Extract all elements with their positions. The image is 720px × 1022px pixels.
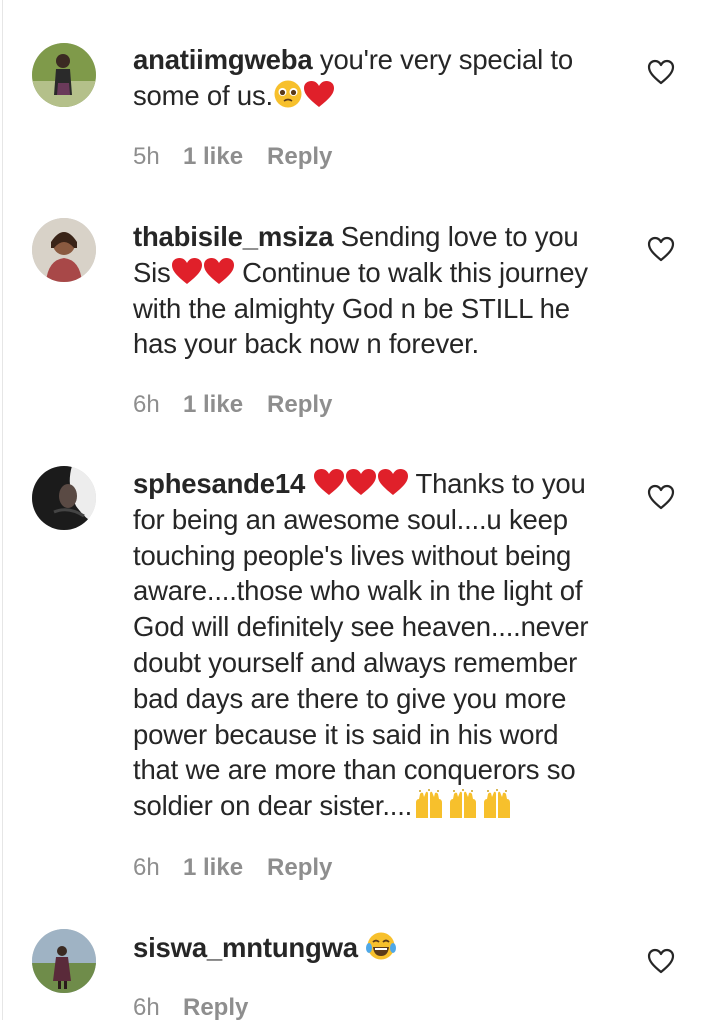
red-heart-emoji — [303, 80, 335, 108]
avatar[interactable] — [32, 218, 96, 282]
timestamp: 5h — [133, 143, 160, 170]
left-border — [2, 0, 3, 1020]
avatar[interactable] — [32, 466, 96, 530]
comment-text: thabisile_msiza Sending love to you Sis … — [133, 221, 588, 360]
comment-text: siswa_mntungwa — [133, 930, 623, 966]
timestamp: 6h — [133, 854, 160, 881]
pleading-face-emoji — [273, 79, 303, 109]
heart-outline-icon[interactable] — [647, 948, 675, 974]
timestamp: 6h — [133, 994, 160, 1021]
heart-outline-icon[interactable] — [647, 484, 675, 510]
comment-meta: 6h Reply — [133, 994, 248, 1022]
raising-hands-emoji — [446, 789, 480, 819]
reply-button[interactable]: Reply — [267, 391, 332, 419]
comment-text: anatiimgweba you're very special to some… — [133, 44, 573, 111]
comment-text: sphesande14 Thanks to you for being an a… — [133, 468, 589, 822]
likes-count[interactable]: 1 like — [183, 854, 243, 882]
username[interactable]: anatiimgweba — [133, 44, 313, 75]
username[interactable]: siswa_mntungwa — [133, 932, 358, 963]
comment-meta: 5h 1 like Reply — [133, 143, 332, 171]
username[interactable]: sphesande14 — [133, 468, 305, 499]
avatar[interactable] — [32, 43, 96, 107]
heart-outline-icon[interactable] — [647, 236, 675, 262]
red-heart-emoji — [203, 257, 235, 285]
red-heart-emoji — [345, 468, 377, 496]
reply-button[interactable]: Reply — [183, 994, 248, 1022]
heart-outline-icon[interactable] — [647, 59, 675, 85]
likes-count[interactable]: 1 like — [183, 143, 243, 171]
comment-meta: 6h 1 like Reply — [133, 854, 332, 882]
red-heart-emoji — [377, 468, 409, 496]
username[interactable]: thabisile_msiza — [133, 221, 333, 252]
likes-count[interactable]: 1 like — [183, 391, 243, 419]
comment-meta: 6h 1 like Reply — [133, 391, 332, 419]
reply-button[interactable]: Reply — [267, 143, 332, 171]
timestamp: 6h — [133, 391, 160, 418]
red-heart-emoji — [313, 468, 345, 496]
raising-hands-emoji — [480, 789, 514, 819]
red-heart-emoji — [171, 257, 203, 285]
tears-of-joy-emoji — [365, 931, 397, 961]
avatar[interactable] — [32, 929, 96, 993]
reply-button[interactable]: Reply — [267, 854, 332, 882]
raising-hands-emoji — [412, 789, 446, 819]
